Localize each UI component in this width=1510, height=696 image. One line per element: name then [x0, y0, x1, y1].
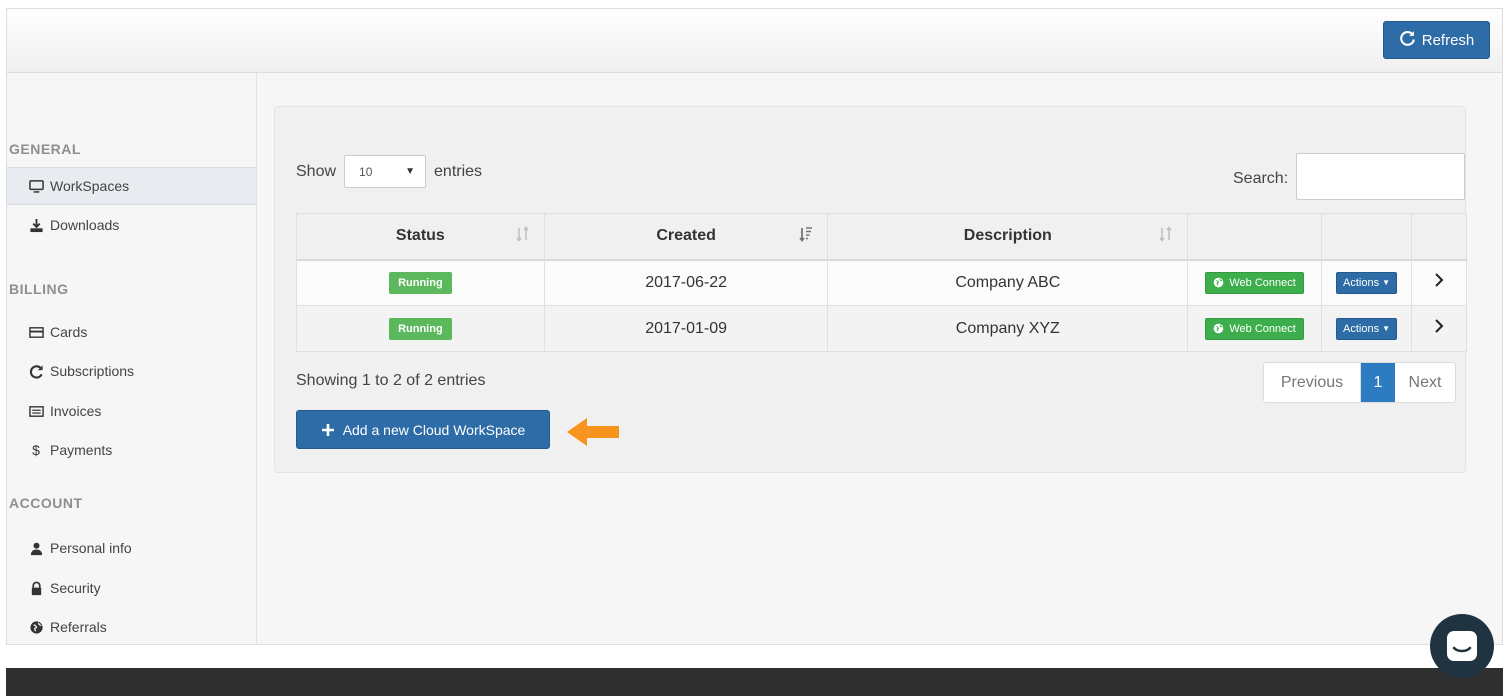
status-badge: Running	[389, 271, 452, 294]
expand-cell	[1411, 305, 1467, 352]
refresh-button[interactable]: Refresh	[1383, 21, 1490, 59]
caret-down-icon: ▼	[1382, 278, 1391, 288]
created-cell: 2017-01-09	[543, 305, 829, 352]
top-bar: Refresh	[7, 9, 1502, 73]
column-header-actions	[1321, 213, 1413, 261]
sidebar-item-referrals[interactable]: Referrals	[7, 608, 256, 646]
chevron-right-icon[interactable]	[1433, 272, 1445, 288]
actions-dropdown-button[interactable]: Actions ▼	[1336, 271, 1398, 294]
sidebar-item-cards[interactable]: Cards	[7, 313, 256, 351]
web-connect-button[interactable]: Web Connect	[1205, 271, 1304, 294]
sidebar-item-payments[interactable]: $ Payments	[7, 431, 256, 469]
description-cell: Company ABC	[827, 259, 1189, 306]
actions-cell: Actions ▼	[1321, 305, 1413, 352]
sidebar-item-label: Security	[50, 580, 101, 596]
monitor-icon	[28, 178, 44, 194]
sidebar-item-security[interactable]: Security	[7, 569, 256, 607]
workspaces-panel: Show 10 ▼ entries Search: Status Created…	[274, 106, 1467, 473]
sort-icon	[516, 226, 529, 242]
actions-label: Actions	[1343, 322, 1380, 335]
sidebar-item-workspaces[interactable]: WorkSpaces	[7, 167, 256, 205]
sidebar-item-label: Subscriptions	[50, 363, 135, 379]
add-workspace-button[interactable]: Add a new Cloud WorkSpace	[296, 410, 550, 449]
web-connect-label: Web Connect	[1229, 276, 1296, 289]
plus-icon	[321, 423, 334, 436]
lock-icon	[28, 580, 44, 596]
sidebar-item-personal-info[interactable]: Personal info	[7, 529, 256, 567]
pagination-next[interactable]: Next	[1395, 363, 1455, 402]
sidebar-item-label: Downloads	[50, 217, 120, 233]
sidebar-item-label: WorkSpaces	[50, 178, 130, 194]
entries-value: 10	[359, 164, 373, 179]
column-header-expand	[1411, 213, 1467, 261]
table-row: Running 2017-06-22 Company ABC Web Conne…	[296, 259, 1467, 306]
search-input[interactable]	[1296, 153, 1465, 200]
sidebar-item-subscriptions[interactable]: Subscriptions	[7, 352, 256, 390]
description-cell: Company XYZ	[827, 305, 1189, 352]
search-label: Search:	[1233, 170, 1289, 187]
add-workspace-label: Add a new Cloud WorkSpace	[342, 421, 526, 438]
table-info: Showing 1 to 2 of 2 entries	[296, 372, 486, 389]
globe-icon	[28, 619, 44, 635]
sidebar-item-label: Cards	[50, 324, 88, 340]
sidebar: GENERAL WorkSpaces Downloads BILLING Car…	[7, 73, 257, 644]
orange-arrow-icon	[567, 418, 619, 446]
card-icon	[28, 324, 44, 340]
actions-dropdown-button[interactable]: Actions ▼	[1336, 317, 1398, 340]
caret-down-icon: ▼	[1382, 324, 1391, 333]
sidebar-item-label: Personal info	[50, 540, 132, 556]
chevron-right-icon[interactable]	[1433, 318, 1445, 334]
refresh-icon	[28, 363, 44, 379]
sort-icon	[1159, 226, 1172, 242]
caret-down-icon: ▼	[405, 166, 416, 177]
download-icon	[28, 217, 44, 233]
entries-select[interactable]: 10 ▼	[344, 155, 427, 188]
invoice-icon	[28, 403, 44, 419]
column-header-created[interactable]: Created	[543, 213, 829, 261]
status-cell: Running	[296, 259, 545, 306]
show-label: Show	[296, 162, 337, 180]
pagination-previous[interactable]: Previous	[1264, 363, 1361, 402]
expand-cell	[1411, 259, 1467, 306]
refresh-icon	[1399, 30, 1416, 51]
status-badge: Running	[389, 317, 452, 340]
chat-icon	[1447, 631, 1477, 661]
refresh-label: Refresh	[1421, 31, 1475, 49]
web-connect-button[interactable]: Web Connect	[1205, 317, 1304, 340]
sidebar-item-label: Payments	[50, 442, 113, 458]
main-content: Show 10 ▼ entries Search: Status Created…	[257, 73, 1502, 644]
page-length-control: Show 10 ▼ entries	[296, 155, 482, 188]
sidebar-item-label: Referrals	[50, 619, 107, 635]
sidebar-item-invoices[interactable]: Invoices	[7, 392, 256, 430]
workspaces-table: Status Created Description Running 2017-…	[296, 213, 1467, 352]
app-frame: Refresh GENERAL WorkSpaces Downloads BIL…	[6, 8, 1503, 645]
user-icon	[28, 540, 44, 556]
globe-icon	[1214, 277, 1224, 288]
dollar-icon: $	[32, 442, 40, 458]
actions-label: Actions	[1343, 276, 1380, 289]
actions-cell: Actions ▼	[1321, 259, 1413, 306]
table-header-row: Status Created Description	[296, 213, 1467, 261]
pagination: Previous 1 Next	[1263, 362, 1456, 403]
chat-launcher-button[interactable]	[1430, 614, 1494, 678]
web-connect-label: Web Connect	[1229, 322, 1296, 335]
column-header-web-connect	[1187, 213, 1323, 261]
column-header-description[interactable]: Description	[827, 213, 1189, 261]
web-connect-cell: Web Connect	[1187, 305, 1323, 352]
status-cell: Running	[296, 305, 545, 352]
table-row: Running 2017-01-09 Company XYZ Web Conne…	[296, 305, 1467, 352]
web-connect-cell: Web Connect	[1187, 259, 1323, 306]
created-cell: 2017-06-22	[543, 259, 829, 306]
globe-icon	[1214, 323, 1224, 334]
sort-desc-icon	[799, 227, 813, 242]
page-footer	[6, 668, 1503, 696]
column-header-status[interactable]: Status	[296, 213, 545, 261]
entries-label: entries	[434, 162, 483, 180]
pagination-page-current[interactable]: 1	[1361, 363, 1395, 402]
sidebar-item-label: Invoices	[50, 403, 102, 419]
sidebar-item-downloads[interactable]: Downloads	[7, 206, 256, 244]
